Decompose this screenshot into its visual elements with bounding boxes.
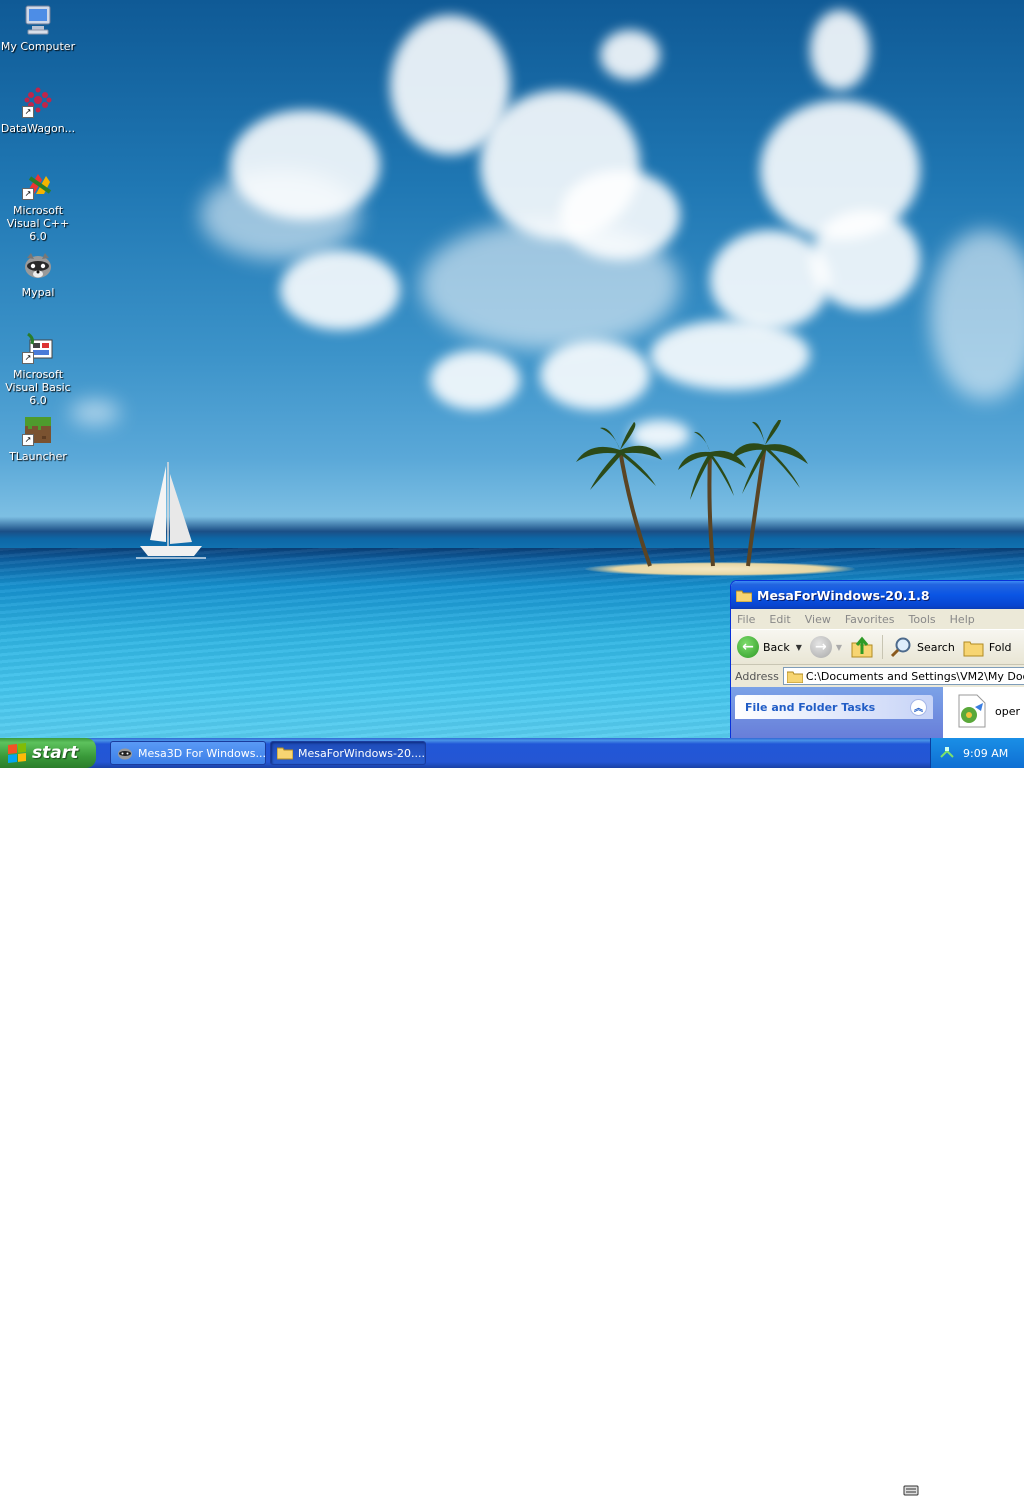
visual-cpp-icon: ↗ — [22, 168, 54, 200]
folder-icon — [736, 590, 752, 602]
up-folder-icon — [851, 636, 873, 658]
start-label: start — [32, 743, 79, 763]
cloud — [280, 250, 400, 330]
taskbar-item-mesa3d[interactable]: Mesa3D For Windows... — [110, 741, 266, 765]
cloud — [930, 230, 1024, 400]
cloud — [70, 400, 120, 425]
file-item[interactable]: oper — [953, 693, 1020, 729]
desktop-icon-label: My Computer — [0, 40, 76, 53]
visual-basic-icon: ↗ — [22, 332, 54, 364]
tlauncher-grass-block-icon: ↗ — [22, 414, 54, 446]
taskbar-item-mesaforwindows[interactable]: MesaForWindows-20.... — [270, 741, 426, 765]
desktop-icon-mypal[interactable]: Mypal — [0, 250, 76, 299]
desktop-icon-my-computer[interactable]: My Computer — [0, 4, 76, 53]
search-label: Search — [917, 640, 955, 654]
address-label: Address — [735, 669, 779, 683]
clock[interactable]: 9:09 AM — [963, 747, 1008, 760]
forward-button[interactable]: → ▼ — [809, 636, 843, 658]
cloud — [810, 210, 920, 310]
address-value: C:\Documents and Settings\VM2\My Documen — [805, 669, 1024, 683]
file-label: oper — [995, 704, 1021, 718]
folders-label: Fold — [988, 640, 1012, 654]
folder-icon — [277, 747, 293, 760]
menu-file[interactable]: File — [737, 613, 755, 626]
cloud — [600, 30, 660, 80]
menu-help[interactable]: Help — [950, 613, 975, 626]
back-dropdown-icon[interactable]: ▼ — [796, 643, 802, 652]
cloud — [230, 110, 380, 220]
raccoon-icon — [118, 748, 132, 760]
cloud — [540, 340, 650, 410]
desktop-icon-label: Microsoft Visual Basic 6.0 — [5, 368, 71, 407]
palm-trees — [576, 420, 808, 567]
cloud — [420, 220, 680, 350]
network-tray-icon[interactable] — [939, 745, 955, 761]
window-title: MesaForWindows-20.1.8 — [757, 587, 930, 603]
menu-edit[interactable]: Edit — [769, 613, 790, 626]
menu-tools[interactable]: Tools — [909, 613, 936, 626]
address-bar: Address C:\Documents and Settings\VM2\My… — [731, 665, 1024, 688]
desktop-icon-label: Microsoft Visual C++ 6.0 — [6, 204, 70, 243]
toolbar: ← Back ▼ → ▼ Search Fold — [731, 630, 1024, 665]
keyboard-icon[interactable] — [903, 1483, 919, 1497]
back-label: Back — [763, 640, 790, 654]
menu-favorites[interactable]: Favorites — [845, 613, 895, 626]
system-tray: 9:09 AM — [930, 738, 1024, 768]
address-field[interactable]: C:\Documents and Settings\VM2\My Documen — [782, 667, 1024, 685]
mypal-raccoon-icon — [22, 250, 54, 282]
desktop: My Computer ↗ DataWagon... ↗ Microsoft V… — [0, 0, 1024, 738]
desktop-icon-tlauncher[interactable]: ↗ TLauncher — [0, 414, 76, 463]
shortcut-arrow-icon: ↗ — [22, 352, 34, 364]
explorer-content: File and Folder Tasks ︽ oper — [731, 687, 1024, 738]
desktop-icon-label: TLauncher — [9, 450, 67, 463]
search-icon — [890, 637, 911, 658]
file-folder-tasks-header[interactable]: File and Folder Tasks ︽ — [735, 695, 933, 719]
desktop-icon-visual-cpp[interactable]: ↗ Microsoft Visual C++ 6.0 — [0, 168, 76, 243]
cloud — [430, 350, 520, 410]
desktop-icon-visual-basic[interactable]: ↗ Microsoft Visual Basic 6.0 — [0, 332, 76, 407]
up-folder-button[interactable] — [850, 636, 874, 658]
collapse-chevron-icon[interactable]: ︽ — [910, 698, 927, 716]
forward-arrow-icon: → — [809, 636, 832, 658]
explorer-window[interactable]: MesaForWindows-20.1.8 File Edit View Fav… — [730, 580, 1024, 738]
shortcut-arrow-icon: ↗ — [22, 188, 34, 200]
start-button[interactable]: start — [0, 738, 96, 768]
cloud — [810, 10, 870, 90]
folders-button[interactable]: Fold — [963, 637, 1012, 657]
back-button[interactable]: ← Back ▼ — [737, 636, 802, 658]
task-pane: File and Folder Tasks ︽ — [731, 687, 943, 738]
menu-view[interactable]: View — [805, 613, 831, 626]
file-list: oper — [943, 687, 1024, 738]
desktop-icon-datawagon[interactable]: ↗ DataWagon... — [0, 86, 76, 135]
search-button[interactable]: Search — [889, 636, 955, 658]
taskbar: start Mesa3D For Windows... MesaForWindo… — [0, 738, 1024, 1496]
menu-bar: File Edit View Favorites Tools Help — [731, 609, 1024, 630]
shortcut-arrow-icon: ↗ — [22, 106, 34, 118]
back-arrow-icon: ← — [737, 636, 759, 658]
sailboat — [136, 462, 206, 559]
taskbar-item-label: MesaForWindows-20.... — [298, 746, 425, 760]
setup-file-icon — [958, 694, 986, 728]
cloud — [650, 320, 810, 390]
title-bar[interactable]: MesaForWindows-20.1.8 — [731, 581, 1024, 609]
computer-icon — [22, 4, 54, 36]
desktop-icon-label: Mypal — [21, 286, 55, 299]
folder-icon — [786, 671, 803, 683]
windows-logo-icon — [8, 743, 26, 763]
task-pane-title: File and Folder Tasks — [745, 700, 876, 714]
taskbar-item-label: Mesa3D For Windows... — [138, 746, 266, 760]
desktop-icon-label: DataWagon... — [0, 122, 76, 135]
folders-icon — [963, 641, 984, 657]
forward-dropdown-icon: ▼ — [835, 642, 843, 652]
datawagon-icon: ↗ — [22, 86, 54, 118]
shortcut-arrow-icon: ↗ — [22, 434, 34, 446]
